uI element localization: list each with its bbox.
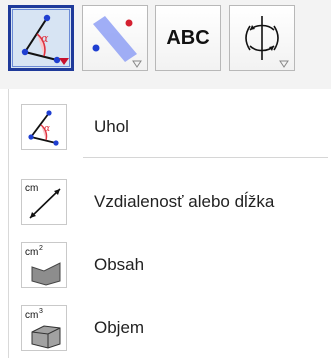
angle-icon: α (21, 104, 67, 150)
icon-unit-sup: 3 (39, 308, 43, 315)
menu-item-angle[interactable]: α Uhol (9, 97, 331, 157)
line-points-icon (92, 16, 142, 68)
icon-unit-sup: 2 (39, 245, 43, 252)
icon-unit-text: cm (25, 310, 38, 321)
angle-tool-button[interactable]: α (8, 5, 74, 71)
toolbar: α ABC (0, 0, 331, 89)
menu-item-label: Objem (94, 318, 145, 337)
menu-item-label: Obsah (94, 255, 145, 274)
volume-icon: cm 3 (21, 305, 67, 351)
menu-item-area[interactable]: cm 2 Obsah (9, 235, 331, 295)
dropdown-triangle-icon (59, 58, 69, 65)
menu-item-label: Vzdialenosť alebo dĺžka (94, 192, 275, 211)
svg-text:α: α (44, 124, 50, 134)
menu-item-volume[interactable]: cm 3 Objem (9, 298, 331, 358)
text-icon: ABC (166, 26, 210, 49)
distance-icon: cm (21, 179, 67, 225)
line-tools-button[interactable] (82, 5, 148, 71)
tool-dropdown-menu: α Uhol cm Vzdialenosť alebo dĺžka cm 2 O… (8, 89, 331, 358)
text-tool-button[interactable]: ABC (155, 5, 221, 71)
area-icon: cm 2 (21, 242, 67, 288)
menu-item-distance[interactable]: cm Vzdialenosť alebo dĺžka (9, 172, 331, 232)
menu-separator (83, 157, 328, 158)
menu-item-label: Uhol (94, 117, 129, 136)
rotate-axes-icon (245, 16, 289, 68)
icon-unit-text: cm (25, 183, 38, 194)
icon-unit-text: cm (25, 247, 38, 258)
transform-tools-button[interactable] (229, 5, 295, 71)
